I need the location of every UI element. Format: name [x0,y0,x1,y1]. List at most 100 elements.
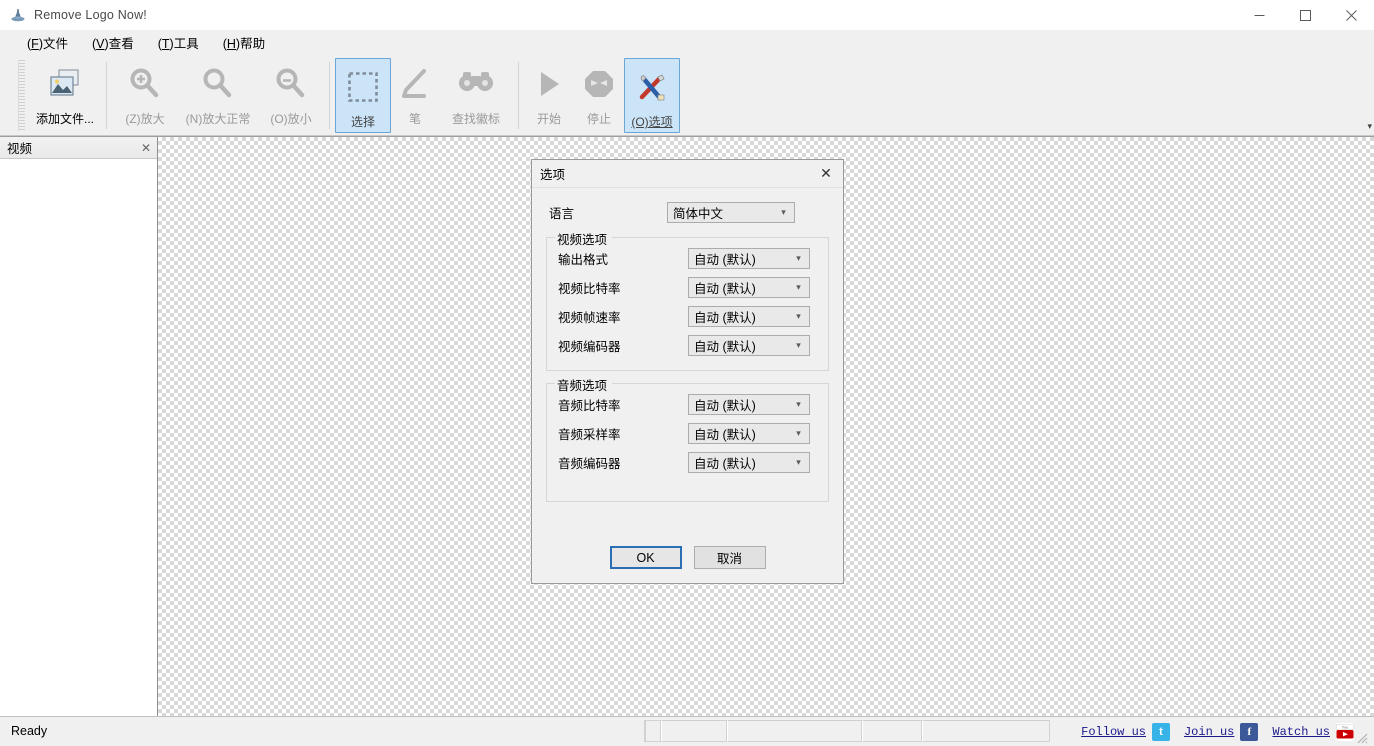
app-logo-icon [10,7,26,23]
toolbar-button-pen[interactable]: 笔 [391,56,439,135]
minimize-button[interactable] [1236,0,1282,30]
menu-help[interactable]: (H)帮助 [214,30,274,55]
toolbar-label-start: 开始 [536,112,561,126]
toolbar-button-stop[interactable]: 停止 [574,56,624,135]
toolbar: 添加文件... (Z)放大 (N)放大正常 (O)放小 选择 笔 查找徽标 开始… [0,56,1374,136]
toolbar-button-zoom-in[interactable]: (Z)放大 [112,56,178,135]
toolbar-label-zoom-normal: (N)放大正常 [185,112,251,126]
audio-encoder-select[interactable]: 自动 (默认) ▾ [688,452,810,473]
watch-us-link[interactable]: Watch us [1272,725,1330,739]
audio-samplerate-label: 音频采样率 [558,428,621,442]
language-select[interactable]: 简体中文 ▾ [667,202,795,223]
title-bar: Remove Logo Now! [0,0,1374,30]
chevron-down-icon: ▾ [796,253,801,263]
maximize-button[interactable] [1282,0,1328,30]
toolbar-label-find-logo: 查找徽标 [451,112,500,126]
output-format-value: 自动 (默认) [694,253,756,267]
menu-tools[interactable]: (T)工具 [149,30,208,55]
video-panel-close-icon[interactable]: ✕ [139,141,153,155]
social-links: Follow us t Join us f Watch us You [1050,717,1374,746]
toolbar-label-options: (O)选项 [631,115,673,129]
play-icon [527,64,571,104]
video-framerate-label: 视频帧速率 [558,311,621,325]
chevron-down-icon: ▾ [796,457,801,467]
video-bitrate-select[interactable]: 自动 (默认) ▾ [688,277,810,298]
join-us-link[interactable]: Join us [1184,725,1234,739]
facebook-icon[interactable]: f [1240,722,1259,741]
svg-text:You: You [1342,725,1348,729]
video-panel-list[interactable] [0,159,157,716]
status-panel-3 [862,720,922,742]
status-panel-4 [922,720,1050,742]
audio-options-group: 音频选项 音频比特率 自动 (默认) ▾ 音频采样率 自动 (默认) ▾ 音频编… [546,375,829,502]
audio-encoder-row: 音频编码器 自动 (默认) ▾ [555,452,820,473]
chevron-down-icon: ▾ [796,282,801,292]
toolbar-label-stop: 停止 [586,112,611,126]
window-controls [1236,0,1374,30]
status-panel-2 [727,720,862,742]
video-encoder-label: 视频编码器 [558,340,621,354]
video-bitrate-label: 视频比特率 [558,282,621,296]
toolbar-label-zoom-in: (Z)放大 [125,112,165,126]
language-label: 语言 [549,207,575,221]
menu-file-label: 文件 [42,37,68,51]
window-title: Remove Logo Now! [34,7,147,22]
output-format-select[interactable]: 自动 (默认) ▾ [688,248,810,269]
menu-help-accel: H [226,37,236,51]
cancel-button[interactable]: 取消 [693,546,766,569]
toolbar-button-find-logo[interactable]: 查找徽标 [439,56,513,135]
binoculars-icon [454,64,498,104]
close-button[interactable] [1328,0,1374,30]
toolbar-button-options[interactable]: (O)选项 [624,58,680,133]
audio-options-group-title: 音频选项 [555,375,613,394]
toolbar-label-pen: 笔 [408,112,421,126]
stop-icon [577,64,621,104]
window-resize-grip[interactable] [1354,717,1370,746]
audio-samplerate-row: 音频采样率 自动 (默认) ▾ [555,423,820,444]
toolbar-button-add-files[interactable]: 添加文件... [29,56,101,135]
audio-encoder-label: 音频编码器 [558,457,621,471]
options-dialog-body: 语言 简体中文 ▾ 视频选项 输出格式 自动 (默认) ▾ 视频比特率 自动 (… [532,188,843,583]
chevron-down-icon: ▾ [796,311,801,321]
audio-samplerate-select[interactable]: 自动 (默认) ▾ [688,423,810,444]
chevron-down-icon: ▾ [796,428,801,438]
ok-button[interactable]: OK [609,546,682,569]
menu-bar: (F)文件 (V)查看 (T)工具 (H)帮助 [0,30,1374,56]
video-options-group-title: 视频选项 [555,229,613,248]
output-format-label: 输出格式 [558,253,609,267]
video-bitrate-value: 自动 (默认) [694,282,756,296]
toolbar-button-zoom-out[interactable]: (O)放小 [258,56,324,135]
video-framerate-select[interactable]: 自动 (默认) ▾ [688,306,810,327]
tools-options-icon [630,67,674,107]
twitter-icon[interactable]: t [1151,722,1170,741]
follow-us-link[interactable]: Follow us [1081,725,1146,739]
audio-bitrate-select[interactable]: 自动 (默认) ▾ [688,394,810,415]
toolbar-label-select: 选择 [350,115,375,129]
video-framerate-value: 自动 (默认) [694,311,756,325]
toolbar-gripper[interactable] [18,60,25,131]
toolbar-overflow-chevron-icon[interactable]: ▾ [1367,121,1372,132]
menu-tools-accel: T [161,37,170,51]
menu-view[interactable]: (V)查看 [83,30,143,55]
status-panel-0 [645,720,661,742]
chevron-down-icon: ▾ [796,340,801,350]
language-select-value: 简体中文 [673,207,724,221]
audio-bitrate-value: 自动 (默认) [694,399,756,413]
toolbar-button-select[interactable]: 选择 [335,58,391,133]
video-encoder-value: 自动 (默认) [694,340,756,354]
menu-view-label: 查看 [108,37,134,51]
language-row: 语言 简体中文 ▾ [549,202,829,223]
output-format-row: 输出格式 自动 (默认) ▾ [555,248,820,269]
video-encoder-row: 视频编码器 自动 (默认) ▾ [555,335,820,356]
options-dialog-close-icon[interactable]: ✕ [809,160,843,187]
toolbar-separator-2 [329,62,330,129]
audio-bitrate-row: 音频比特率 自动 (默认) ▾ [555,394,820,415]
menu-tools-label: 工具 [173,37,199,51]
toolbar-button-zoom-normal[interactable]: (N)放大正常 [178,56,258,135]
status-bar: Ready Follow us t Join us f Watch us You [0,716,1374,746]
video-encoder-select[interactable]: 自动 (默认) ▾ [688,335,810,356]
menu-file[interactable]: (F)文件 [18,30,77,55]
audio-samplerate-value: 自动 (默认) [694,428,756,442]
toolbar-button-start[interactable]: 开始 [524,56,574,135]
youtube-icon[interactable]: You [1336,722,1354,741]
